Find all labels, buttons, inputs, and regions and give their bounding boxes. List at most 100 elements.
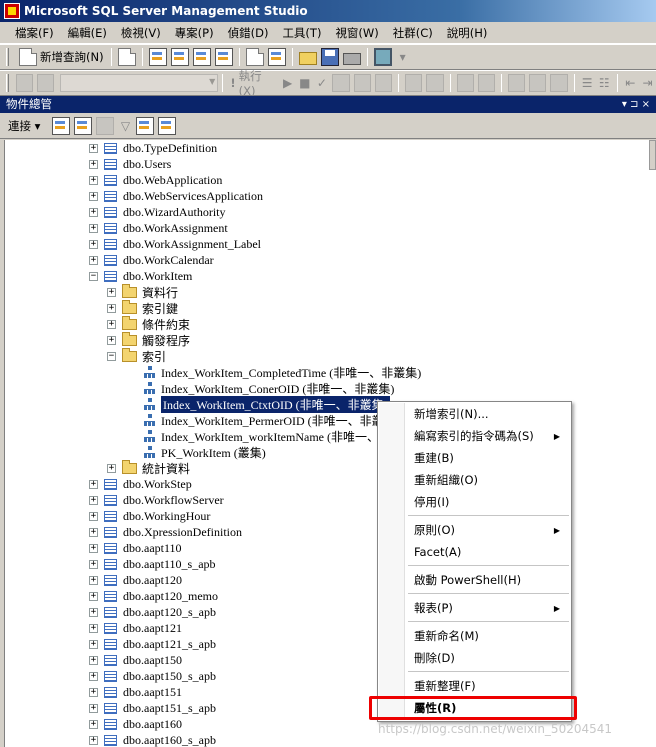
expand-icon[interactable]: + xyxy=(89,655,98,665)
results-to-file-icon[interactable] xyxy=(550,74,568,92)
display-plan-icon[interactable] xyxy=(332,74,350,92)
new-project-icon[interactable] xyxy=(245,48,264,66)
menu-view[interactable]: 檢視(V) xyxy=(114,22,168,44)
menu-window[interactable]: 視窗(W) xyxy=(328,22,385,44)
tree-node-table[interactable]: + dbo.aapt121 xyxy=(89,620,182,636)
expand-icon[interactable]: + xyxy=(107,303,116,313)
context-menu-item[interactable]: 重新命名(M) xyxy=(379,626,570,647)
menu-community[interactable]: 社群(C) xyxy=(386,22,440,44)
stop-icon[interactable] xyxy=(96,116,115,135)
expand-icon[interactable]: + xyxy=(89,143,98,153)
expand-icon[interactable]: + xyxy=(89,255,98,265)
tree-node-table[interactable]: + dbo.aapt121_s_apb xyxy=(89,636,216,652)
tree-scrollbar-thumb[interactable] xyxy=(649,140,656,170)
results-to-grid-icon[interactable] xyxy=(529,74,547,92)
tree-node-folder[interactable]: + 條件約束 xyxy=(107,315,190,332)
tree-node-folder[interactable]: − 索引 xyxy=(107,347,166,364)
disconnect-icon[interactable] xyxy=(74,116,93,135)
expand-icon[interactable]: + xyxy=(89,623,98,633)
tree-node-table[interactable]: + dbo.WizardAuthority xyxy=(89,204,226,220)
expand-icon[interactable]: + xyxy=(89,191,98,201)
menu-file[interactable]: 檔案(F) xyxy=(8,22,61,44)
menu-help[interactable]: 說明(H) xyxy=(440,22,495,44)
debug-play-icon[interactable]: ▶ xyxy=(279,76,296,90)
tree-node-table[interactable]: + dbo.WorkingHour xyxy=(89,508,210,524)
tree-node-table[interactable]: + dbo.WorkAssignment_Label xyxy=(89,236,261,252)
expand-icon[interactable]: + xyxy=(89,591,98,601)
tree-node-table[interactable]: + dbo.aapt150 xyxy=(89,652,182,668)
tree-node-table[interactable]: + dbo.TypeDefinition xyxy=(89,140,217,156)
tree-node-table[interactable]: + dbo.aapt120 xyxy=(89,572,182,588)
context-menu-item[interactable]: 啟動 PowerShell(H) xyxy=(379,570,570,591)
connect-object-explorer-icon[interactable] xyxy=(52,116,71,135)
context-menu-item[interactable]: 重新組織(O) xyxy=(379,470,570,491)
tree-node-table[interactable]: + dbo.aapt110 xyxy=(89,540,182,556)
stop-icon[interactable]: ■ xyxy=(296,76,313,90)
tree-node-index[interactable]: PK_WorkItem (叢集) xyxy=(125,444,266,460)
comment-icon[interactable]: ☰ xyxy=(579,76,596,90)
expand-icon[interactable]: + xyxy=(89,687,98,697)
pane-controls[interactable]: ▾ ⊐ × xyxy=(622,96,656,113)
template-icon[interactable] xyxy=(267,48,286,66)
expand-icon[interactable]: + xyxy=(89,175,98,185)
tree-node-table[interactable]: + dbo.WebServicesApplication xyxy=(89,188,263,204)
context-menu-item[interactable]: 停用(I) xyxy=(379,492,570,513)
context-menu-item[interactable]: 新增索引(N)... xyxy=(379,404,570,425)
xmla-query-icon[interactable] xyxy=(214,48,233,66)
menu-project[interactable]: 專案(P) xyxy=(168,22,221,44)
decrease-indent-icon[interactable]: ⇤ xyxy=(622,76,639,90)
tree-node-table[interactable]: − dbo.WorkItem xyxy=(89,268,192,284)
database-engine-query-icon[interactable] xyxy=(148,48,167,66)
toolbar-grip[interactable] xyxy=(6,48,9,66)
expand-icon[interactable]: + xyxy=(89,559,98,569)
context-menu-item[interactable]: Facet(A) xyxy=(379,542,570,563)
tree-node-table[interactable]: + dbo.WorkCalendar xyxy=(89,252,214,268)
query-designer-icon[interactable] xyxy=(353,74,371,92)
tree-node-table[interactable]: + dbo.aapt120_s_apb xyxy=(89,604,216,620)
expand-icon[interactable]: + xyxy=(89,719,98,729)
include-plan-icon[interactable] xyxy=(456,74,474,92)
refresh-icon[interactable] xyxy=(136,116,155,135)
tree-node-index[interactable]: Index_WorkItem_workItemName (非唯一、非 xyxy=(125,428,391,444)
context-menu-item[interactable]: 原則(O) ▶ xyxy=(379,520,570,541)
menu-tools[interactable]: 工具(T) xyxy=(275,22,328,44)
expand-icon[interactable]: + xyxy=(89,735,98,745)
collapse-icon[interactable]: − xyxy=(89,271,98,281)
expand-icon[interactable]: + xyxy=(107,463,116,473)
uncomment-icon[interactable]: ☷ xyxy=(596,76,613,90)
expand-icon[interactable]: + xyxy=(89,495,98,505)
tree-node-table[interactable]: + dbo.WorkAssignment xyxy=(89,220,228,236)
tree-node-table[interactable]: + dbo.XpressionDefinition xyxy=(89,524,242,540)
tree-node-table[interactable]: + dbo.WorkStep xyxy=(89,476,192,492)
expand-icon[interactable]: + xyxy=(89,511,98,521)
available-databases-dropdown[interactable] xyxy=(60,74,219,92)
expand-icon[interactable]: + xyxy=(107,335,116,345)
mdx-query-icon[interactable] xyxy=(192,48,211,66)
tree-node-index[interactable]: Index_WorkItem_CtxtOID (非唯一、非叢集) xyxy=(125,394,391,414)
expand-icon[interactable]: + xyxy=(89,703,98,713)
expand-icon[interactable]: + xyxy=(89,575,98,585)
client-stats-icon[interactable] xyxy=(477,74,495,92)
toolbar-grip[interactable] xyxy=(6,74,9,92)
expand-icon[interactable]: + xyxy=(89,543,98,553)
results-to-text-icon[interactable] xyxy=(507,74,526,92)
tree-node-folder[interactable]: + 觸發程序 xyxy=(107,331,190,348)
tree-node-table[interactable]: + dbo.aapt160_s_apb xyxy=(89,732,216,747)
connect-icon[interactable] xyxy=(15,74,34,92)
context-menu-item[interactable]: 刪除(D) xyxy=(379,648,570,669)
expand-icon[interactable]: + xyxy=(89,607,98,617)
context-menu-item[interactable]: 編寫索引的指令碼為(S) ▶ xyxy=(379,426,570,447)
context-menu-item[interactable]: 報表(P) ▶ xyxy=(379,598,570,619)
expand-icon[interactable]: + xyxy=(89,207,98,217)
intellisense-icon[interactable] xyxy=(426,74,444,92)
tree-node-folder[interactable]: + 資料行 xyxy=(107,283,178,300)
expand-icon[interactable]: + xyxy=(107,319,116,329)
tree-node-table[interactable]: + dbo.aapt150_s_apb xyxy=(89,668,216,684)
context-menu-item[interactable]: 重新整理(F) xyxy=(379,676,570,697)
tree-node-table[interactable]: + dbo.aapt151_s_apb xyxy=(89,700,216,716)
print-icon[interactable] xyxy=(342,53,361,65)
expand-icon[interactable]: + xyxy=(89,639,98,649)
execute-button[interactable]: ! 執行(X) xyxy=(227,68,279,98)
tree-node-table[interactable]: + dbo.Users xyxy=(89,156,171,172)
change-connection-icon[interactable] xyxy=(37,74,55,92)
